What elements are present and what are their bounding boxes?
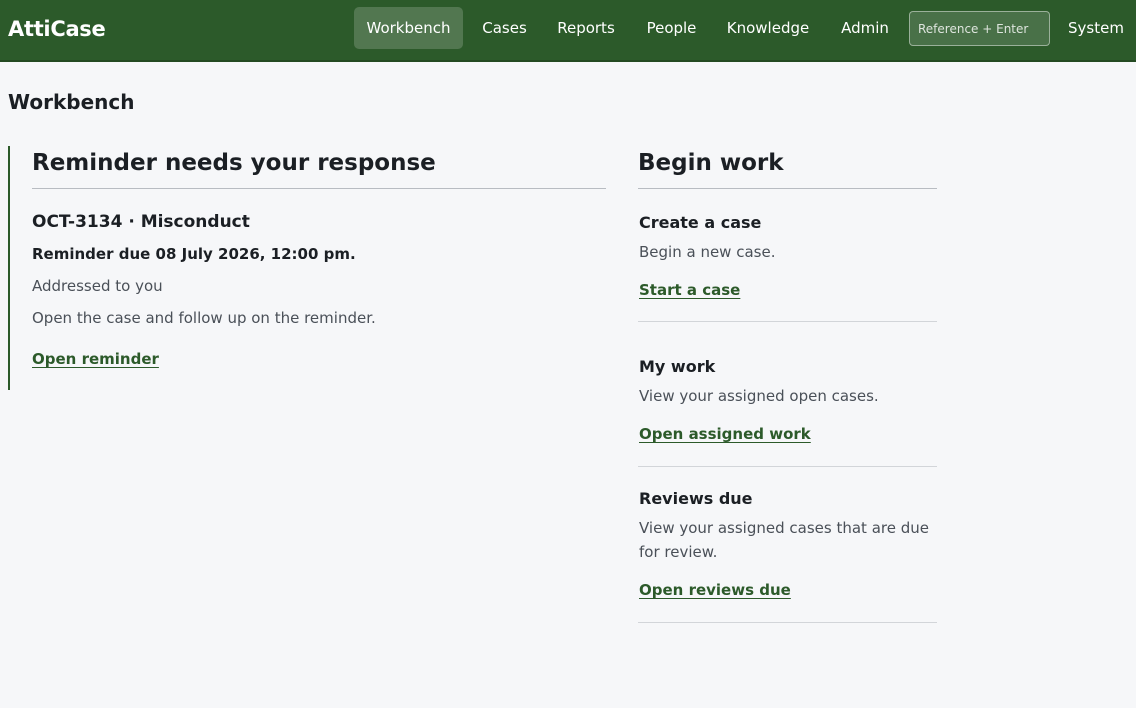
nav-tab-admin[interactable]: Admin: [832, 7, 898, 49]
begin-work-heading: Begin work: [638, 148, 937, 189]
page-title: Workbench: [8, 90, 135, 114]
reviews-due-description: View your assigned cases that are due fo…: [639, 519, 929, 561]
reminder-addressee: Addressed to you: [32, 277, 163, 295]
open-reviews-due-link[interactable]: Open reviews due: [639, 580, 791, 600]
nav-tab-people[interactable]: People: [638, 7, 705, 49]
reference-search-input[interactable]: [909, 11, 1050, 46]
case-reference: OCT-3134 · Misconduct: [32, 212, 250, 232]
nav-tab-knowledge[interactable]: Knowledge: [719, 7, 817, 49]
create-case-title: Create a case: [639, 213, 762, 232]
open-reminder-link[interactable]: Open reminder: [32, 349, 159, 369]
reminder-panel: Reminder needs your response OCT-3134 · …: [8, 146, 606, 390]
my-work-title: My work: [639, 357, 716, 376]
my-work-description: View your assigned open cases.: [639, 387, 879, 405]
nav-tab-cases[interactable]: Cases: [474, 7, 535, 49]
nav-tab-reports[interactable]: Reports: [548, 7, 624, 49]
create-case-card: Create a case Begin a new case. Start a …: [638, 212, 937, 322]
app-brand-logo[interactable]: AttiCase: [8, 15, 106, 43]
nav-tab-system[interactable]: System: [1061, 7, 1131, 49]
my-work-card: My work View your assigned open cases. O…: [638, 356, 937, 467]
create-case-description: Begin a new case.: [639, 243, 776, 261]
open-assigned-work-link[interactable]: Open assigned work: [639, 424, 811, 444]
reminder-instruction: Open the case and follow up on the remin…: [32, 309, 376, 327]
nav-tab-workbench[interactable]: Workbench: [354, 7, 463, 49]
top-navigation-bar: AttiCase Workbench Cases Reports People …: [0, 0, 1136, 62]
reminder-due-date: Reminder due 08 July 2026, 12:00 pm.: [32, 245, 356, 263]
reviews-due-title: Reviews due: [639, 489, 753, 508]
start-case-link[interactable]: Start a case: [639, 280, 740, 300]
reviews-due-card: Reviews due View your assigned cases tha…: [638, 488, 937, 623]
reminder-heading: Reminder needs your response: [32, 148, 606, 189]
